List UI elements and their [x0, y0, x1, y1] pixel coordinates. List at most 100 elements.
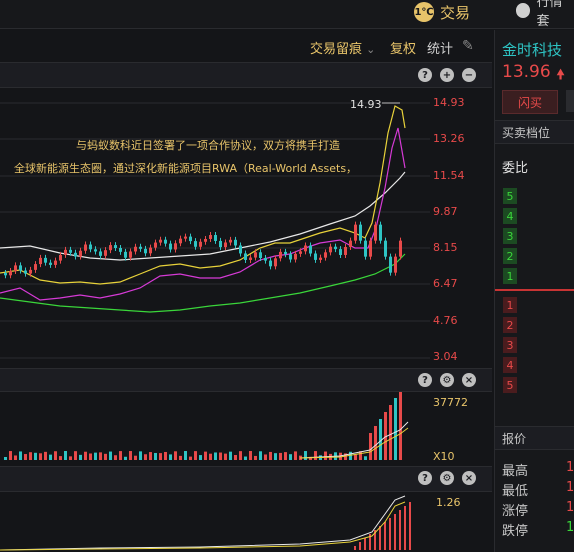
- trade-button[interactable]: 1℃ 交易: [414, 0, 470, 24]
- order-level[interactable]: 1: [503, 297, 517, 313]
- order-level[interactable]: 3: [503, 337, 517, 353]
- volume-bar: [354, 454, 357, 460]
- close-icon[interactable]: ×: [462, 373, 476, 387]
- candle: [154, 242, 157, 248]
- price-tick: 6.47: [433, 277, 458, 290]
- order-level[interactable]: 5: [503, 377, 517, 393]
- volume-bar: [244, 456, 247, 460]
- remove-icon[interactable]: −: [462, 68, 476, 82]
- order-level[interactable]: 3: [503, 228, 517, 244]
- indicator-bar: [394, 514, 396, 550]
- indicator-bar: [399, 510, 401, 550]
- indicator-bar: [354, 546, 356, 550]
- candle: [324, 252, 327, 258]
- volume-bar: [84, 451, 87, 460]
- volume-bar: [164, 451, 167, 460]
- volume-bar: [204, 451, 207, 460]
- gear-icon[interactable]: ⚙: [440, 373, 454, 387]
- candlestick-chart[interactable]: 与蚂蚁数科近日签署了一项合作协议，双方将携手打造 全球新能源生态圈，通过深化新能…: [0, 88, 430, 368]
- candle: [344, 246, 347, 255]
- help-icon[interactable]: ?: [418, 471, 432, 485]
- annotation-line-2: 全球新能源生态圈，通过深化新能源项目RWA（Real-World Assets，: [14, 161, 357, 175]
- candle: [69, 249, 72, 253]
- volume-bar: [104, 453, 107, 460]
- help-icon[interactable]: ?: [418, 373, 432, 387]
- price-tick: 3.04: [433, 350, 458, 363]
- order-level[interactable]: 2: [503, 248, 517, 264]
- candle: [339, 249, 342, 255]
- volume-bar: [34, 452, 37, 460]
- volume-unit-label: X10: [433, 450, 455, 463]
- candle: [19, 265, 22, 271]
- quick-buy-button[interactable]: 闪买: [502, 90, 558, 114]
- candle: [39, 257, 42, 265]
- volume-bar: [99, 452, 102, 460]
- ma-magenta-line: [0, 127, 406, 301]
- quote-button[interactable]: 行情套: [516, 0, 574, 29]
- trade-icon: 1℃: [414, 2, 434, 22]
- indicator-chart[interactable]: [0, 492, 430, 552]
- volume-bar: [129, 451, 132, 460]
- adjust-button[interactable]: 复权: [390, 38, 416, 57]
- add-icon[interactable]: +: [440, 68, 454, 82]
- indicator-bar: [364, 538, 366, 550]
- volume-bar: [54, 451, 57, 460]
- trade-trace-dropdown[interactable]: 交易留痕 ⌄: [310, 38, 375, 57]
- stats-button[interactable]: 统计: [427, 38, 453, 57]
- volume-chart[interactable]: [0, 392, 430, 462]
- candle: [9, 271, 12, 276]
- price-tick: 13.26: [433, 132, 465, 145]
- candle: [124, 251, 127, 258]
- volume-bar: [4, 457, 7, 460]
- price-tick: 8.15: [433, 241, 458, 254]
- candle: [89, 244, 92, 250]
- close-icon[interactable]: ×: [462, 471, 476, 485]
- up-arrow-icon: 🠝: [556, 67, 566, 83]
- eraser-icon[interactable]: ✎: [462, 38, 474, 54]
- order-level[interactable]: 4: [503, 357, 517, 373]
- candle: [189, 236, 192, 242]
- indicator-line: [0, 495, 406, 551]
- candle: [289, 254, 292, 260]
- order-level[interactable]: 4: [503, 208, 517, 224]
- stock-price: 13.96: [502, 62, 551, 82]
- annotation-line-1: 与蚂蚁数科近日签署了一项合作协议，双方将携手打造: [76, 138, 340, 152]
- volume-bar: [174, 451, 177, 460]
- candle: [29, 269, 32, 274]
- candle: [294, 253, 297, 260]
- candle: [329, 246, 332, 253]
- volume-bar: [154, 452, 157, 460]
- order-level[interactable]: 1: [503, 268, 517, 284]
- candle: [79, 250, 82, 257]
- quick-sell-button[interactable]: [566, 90, 574, 112]
- volume-bar: [59, 456, 62, 460]
- candle: [244, 253, 247, 260]
- volume-bar: [389, 405, 392, 460]
- user-icon: [516, 2, 531, 18]
- volume-bar: [184, 451, 187, 460]
- candle: [299, 251, 302, 254]
- indicator-bar: [384, 522, 386, 550]
- volume-bar: [149, 452, 152, 460]
- candle: [94, 249, 97, 252]
- candle: [359, 224, 362, 241]
- volume-bar: [124, 456, 127, 460]
- volume-bar: [239, 451, 242, 460]
- volume-bar: [219, 452, 222, 460]
- price-tick: 14.93: [433, 96, 465, 109]
- volume-bar: [314, 451, 317, 460]
- volume-bar: [374, 426, 377, 460]
- volume-bar: [64, 451, 67, 460]
- order-level[interactable]: 5: [503, 188, 517, 204]
- volume-bar: [9, 451, 12, 460]
- chevron-down-icon: ⌄: [366, 43, 376, 56]
- volume-bar: [39, 453, 42, 460]
- help-icon[interactable]: ?: [418, 68, 432, 82]
- quote-row-label: 最高: [502, 464, 529, 479]
- volume-bar: [229, 451, 232, 460]
- candle: [64, 249, 67, 255]
- order-level[interactable]: 2: [503, 317, 517, 333]
- candle: [84, 244, 87, 251]
- candle: [239, 245, 242, 254]
- gear-icon[interactable]: ⚙: [440, 471, 454, 485]
